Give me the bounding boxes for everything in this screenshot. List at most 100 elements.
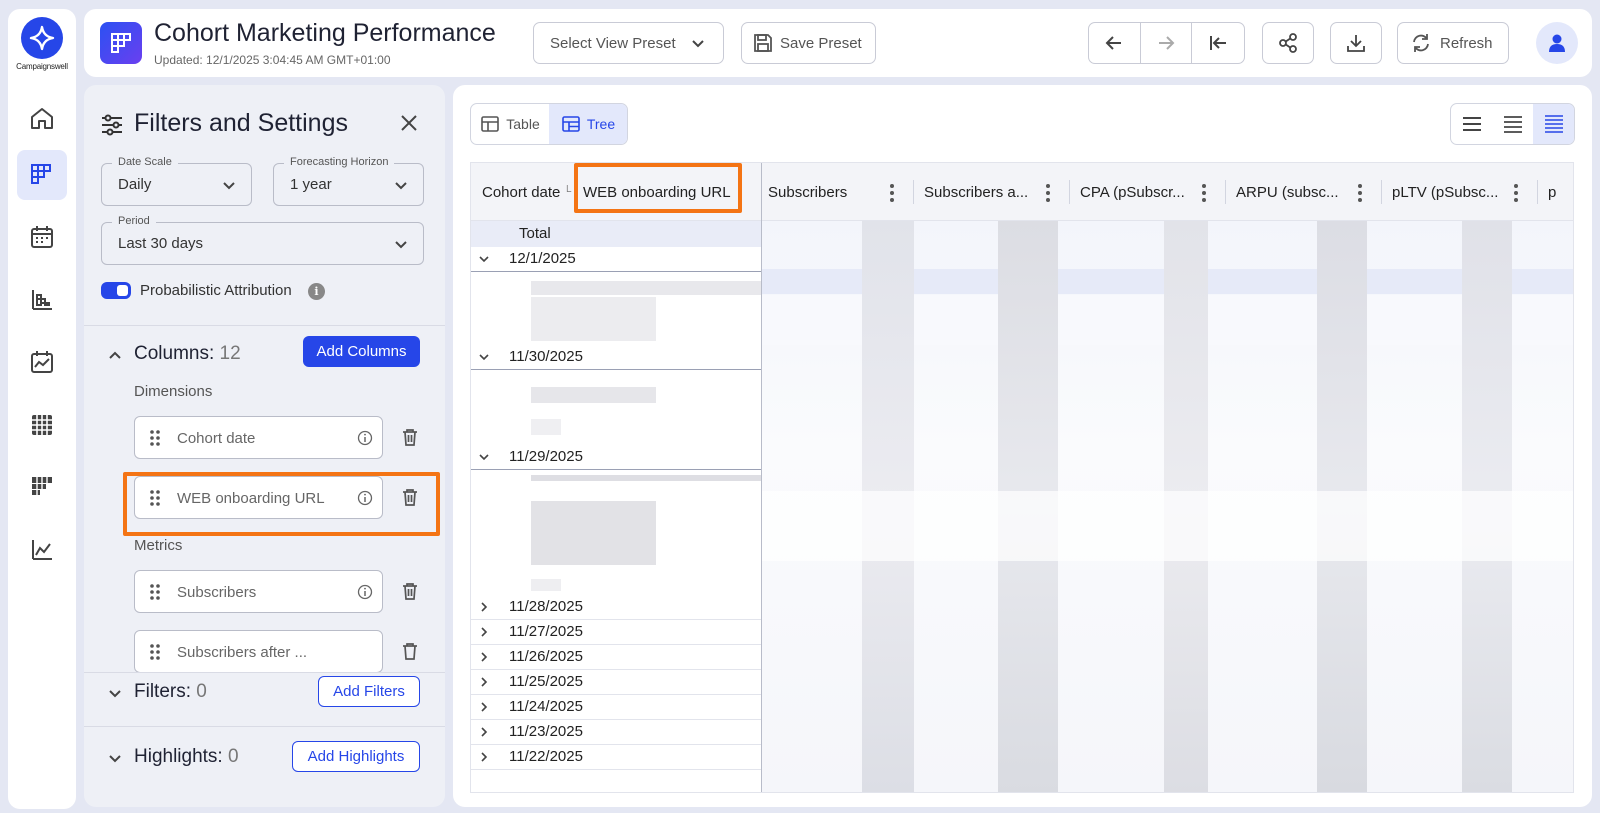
download-button[interactable] (1330, 22, 1382, 64)
header-subscribers-after[interactable]: Subscribers a... (924, 163, 1028, 221)
chevron-right-icon[interactable] (477, 725, 491, 739)
column-menu-icon[interactable] (1358, 184, 1362, 205)
arrow-right-icon (1159, 36, 1175, 50)
column-name: Subscribers (177, 584, 257, 601)
redacted-data-region (762, 221, 1573, 792)
chevron-down-icon[interactable] (105, 683, 125, 703)
period-select[interactable]: Period Last 30 days (101, 215, 424, 265)
column-name: Cohort date (177, 430, 256, 447)
drag-handle-icon[interactable] (149, 429, 161, 447)
header-pltv[interactable]: pLTV (pSubsc... (1392, 163, 1498, 221)
nav-funnel[interactable] (17, 462, 67, 512)
chevron-right-icon[interactable] (477, 625, 491, 639)
share-button[interactable] (1262, 22, 1314, 64)
brand[interactable]: Campaignswell (8, 17, 76, 71)
header-cpa[interactable]: CPA (pSubscr... (1080, 163, 1185, 221)
drag-handle-icon[interactable] (149, 643, 161, 661)
tree-row-11-28[interactable]: 11/28/2025 (471, 595, 761, 620)
nav-calendar[interactable] (17, 212, 67, 262)
add-highlights-button[interactable]: Add Highlights (292, 741, 420, 772)
forecast-horizon-select[interactable]: Forecasting Horizon 1 year (273, 156, 424, 206)
nav-home[interactable] (17, 93, 67, 143)
header-subscribers[interactable]: Subscribers (768, 163, 847, 221)
density-compact-button[interactable] (1451, 104, 1492, 144)
brand-logo-icon (21, 17, 63, 59)
column-item-subscribers[interactable]: Subscribers (134, 570, 383, 613)
density-standard-button[interactable] (1492, 104, 1533, 144)
chevron-right-icon[interactable] (477, 675, 491, 689)
tree-row-11-25[interactable]: 11/25/2025 (471, 670, 761, 695)
add-filters-button[interactable]: Add Filters (318, 676, 420, 707)
info-icon[interactable]: i (308, 283, 325, 300)
chevron-down-icon (692, 40, 704, 48)
tab-table-label: Table (506, 116, 540, 132)
info-icon[interactable] (357, 584, 373, 600)
tree-row-12-1[interactable]: 12/1/2025 (471, 247, 761, 272)
reset-button[interactable] (1192, 23, 1244, 63)
row-date: 11/26/2025 (509, 648, 583, 665)
nav-cohort-performance[interactable] (17, 150, 67, 200)
tree-row-11-24[interactable]: 11/24/2025 (471, 695, 761, 720)
save-preset-button[interactable]: Save Preset (741, 22, 876, 64)
drag-handle-icon[interactable] (149, 583, 161, 601)
tree-row-11-29[interactable]: 11/29/2025 (471, 445, 761, 470)
redo-button[interactable] (1141, 23, 1193, 63)
refresh-button[interactable]: Refresh (1397, 22, 1509, 64)
tree-row-11-30[interactable]: 11/30/2025 (471, 345, 761, 370)
user-icon (1549, 34, 1565, 52)
header-cohort-date[interactable]: Cohort date └ (482, 163, 571, 221)
close-panel-button[interactable] (396, 110, 422, 136)
column-item-subscribers-after[interactable]: Subscribers after ... (134, 630, 383, 673)
user-avatar[interactable] (1536, 22, 1578, 64)
density-comfortable-button[interactable] (1533, 104, 1574, 144)
nav-grid-view[interactable] (17, 400, 67, 450)
divider (84, 325, 445, 326)
tab-tree[interactable]: Tree (549, 104, 627, 144)
chevron-down-icon[interactable] (477, 252, 491, 266)
chevron-down-icon[interactable] (477, 450, 491, 464)
calendar-chart-icon (31, 351, 53, 373)
column-menu-icon[interactable] (1046, 184, 1050, 205)
row-date: 11/29/2025 (509, 448, 583, 465)
tree-row-11-23[interactable]: 11/23/2025 (471, 720, 761, 745)
total-label: Total (519, 225, 551, 242)
total-row[interactable]: Total (471, 221, 761, 247)
chevron-right-icon[interactable] (477, 700, 491, 714)
column-menu-icon[interactable] (890, 184, 894, 205)
trash-icon[interactable] (400, 641, 420, 661)
tree-row-11-27[interactable]: 11/27/2025 (471, 620, 761, 645)
nav-analytics[interactable] (17, 525, 67, 575)
column-name: Subscribers after ... (177, 644, 308, 661)
trash-icon[interactable] (400, 581, 420, 601)
trash-icon[interactable] (400, 427, 420, 447)
header-p-truncated[interactable]: p (1548, 163, 1556, 221)
info-icon[interactable] (357, 430, 373, 446)
nav-daily-report[interactable] (17, 337, 67, 387)
chevron-up-icon[interactable] (105, 345, 125, 365)
chevron-down-icon[interactable] (105, 748, 125, 768)
probabilistic-attribution-toggle[interactable] (101, 282, 131, 299)
undo-button[interactable] (1089, 23, 1141, 63)
table-icon (481, 116, 500, 132)
tree-row-11-26[interactable]: 11/26/2025 (471, 645, 761, 670)
highlights-count: 0 (228, 746, 239, 767)
chevron-down-icon[interactable] (477, 350, 491, 364)
chevron-right-icon[interactable] (477, 600, 491, 614)
header-arpu[interactable]: ARPU (subsc... (1236, 163, 1339, 221)
nav-reports[interactable] (17, 275, 67, 325)
column-menu-icon[interactable] (1514, 184, 1518, 205)
tab-table[interactable]: Table (471, 104, 549, 144)
column-item-cohort-date[interactable]: Cohort date (134, 416, 383, 459)
view-preset-select[interactable]: Select View Preset (533, 22, 724, 64)
panel-title: Filters and Settings (134, 109, 348, 137)
column-menu-icon[interactable] (1202, 184, 1206, 205)
date-scale-select[interactable]: Date Scale Daily (101, 156, 252, 206)
annotation-highlight (123, 472, 440, 536)
row-date: 11/28/2025 (509, 598, 583, 615)
add-columns-button[interactable]: Add Columns (303, 336, 420, 367)
chevron-right-icon[interactable] (477, 750, 491, 764)
density-comfortable-icon (1544, 115, 1563, 133)
chevron-right-icon[interactable] (477, 650, 491, 664)
row-density-switch (1450, 103, 1575, 145)
tree-row-11-22[interactable]: 11/22/2025 (471, 745, 761, 770)
